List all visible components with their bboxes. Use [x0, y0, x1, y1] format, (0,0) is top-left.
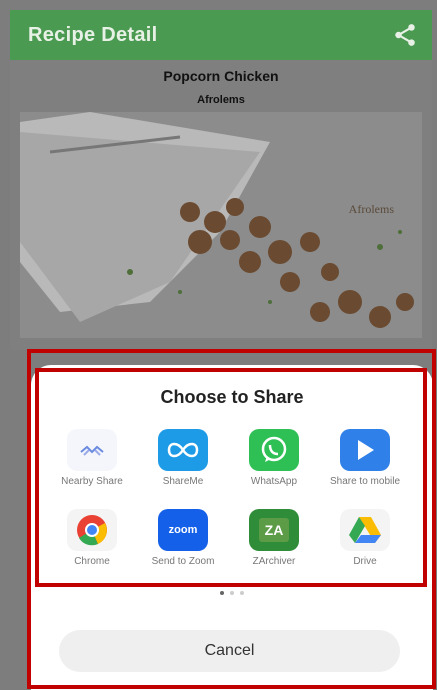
share-app-whatsapp[interactable]: WhatsApp [236, 429, 312, 488]
share-app-chrome[interactable]: Chrome [54, 509, 130, 568]
app-label: ShareMe [162, 476, 204, 487]
share-app-send-to-zoom[interactable]: zoom Send to Zoom [145, 509, 221, 568]
recipe-photo: Afrolems [20, 112, 422, 338]
cancel-button[interactable]: Cancel [59, 630, 400, 672]
recipe-title: Popcorn Chicken [163, 68, 279, 84]
page-dot [240, 591, 244, 595]
share-app-drive[interactable]: Drive [327, 509, 403, 568]
app-label: Nearby Share [61, 476, 123, 487]
zarchiver-icon: ZA [249, 509, 299, 551]
page-dot [230, 591, 234, 595]
share-app-shareme[interactable]: ShareMe [145, 429, 221, 488]
app-label: WhatsApp [250, 476, 298, 487]
shareme-icon [158, 429, 208, 471]
chrome-icon [67, 509, 117, 551]
page-title: Recipe Detail [28, 23, 158, 46]
drive-icon [340, 509, 390, 551]
nearby-share-icon [67, 429, 117, 471]
app-bar: Recipe Detail [10, 10, 432, 60]
app-label: Chrome [74, 556, 110, 567]
zoom-icon-text: zoom [168, 524, 198, 536]
share-app-share-to-mobile[interactable]: Share to mobile [327, 429, 403, 488]
popcorn-chicken-image [20, 112, 422, 338]
share-sheet-title: Choose to Share [160, 387, 304, 407]
zoom-icon: zoom [158, 509, 208, 551]
share-icon[interactable] [392, 22, 418, 48]
zarchiver-icon-text: ZA [258, 518, 290, 542]
share-app-zarchiver[interactable]: ZA ZArchiver [236, 509, 312, 568]
share-app-nearby-share[interactable]: Nearby Share [54, 429, 130, 488]
recipe-content: Popcorn Chicken Afrolems Afrolems [10, 60, 432, 350]
share-sheet: Choose to Share Nearby Share ShareMe Wha… [31, 365, 433, 690]
app-label: Send to Zoom [151, 556, 215, 567]
share-to-mobile-icon [340, 429, 390, 471]
app-label: Share to mobile [329, 476, 401, 487]
page-indicator [31, 591, 433, 595]
photo-watermark: Afrolems [348, 202, 394, 216]
app-label: ZArchiver [252, 556, 296, 567]
whatsapp-icon [249, 429, 299, 471]
app-label: Drive [353, 556, 377, 567]
page-dot-active [220, 591, 224, 595]
recipe-author: Afrolems [197, 94, 245, 106]
